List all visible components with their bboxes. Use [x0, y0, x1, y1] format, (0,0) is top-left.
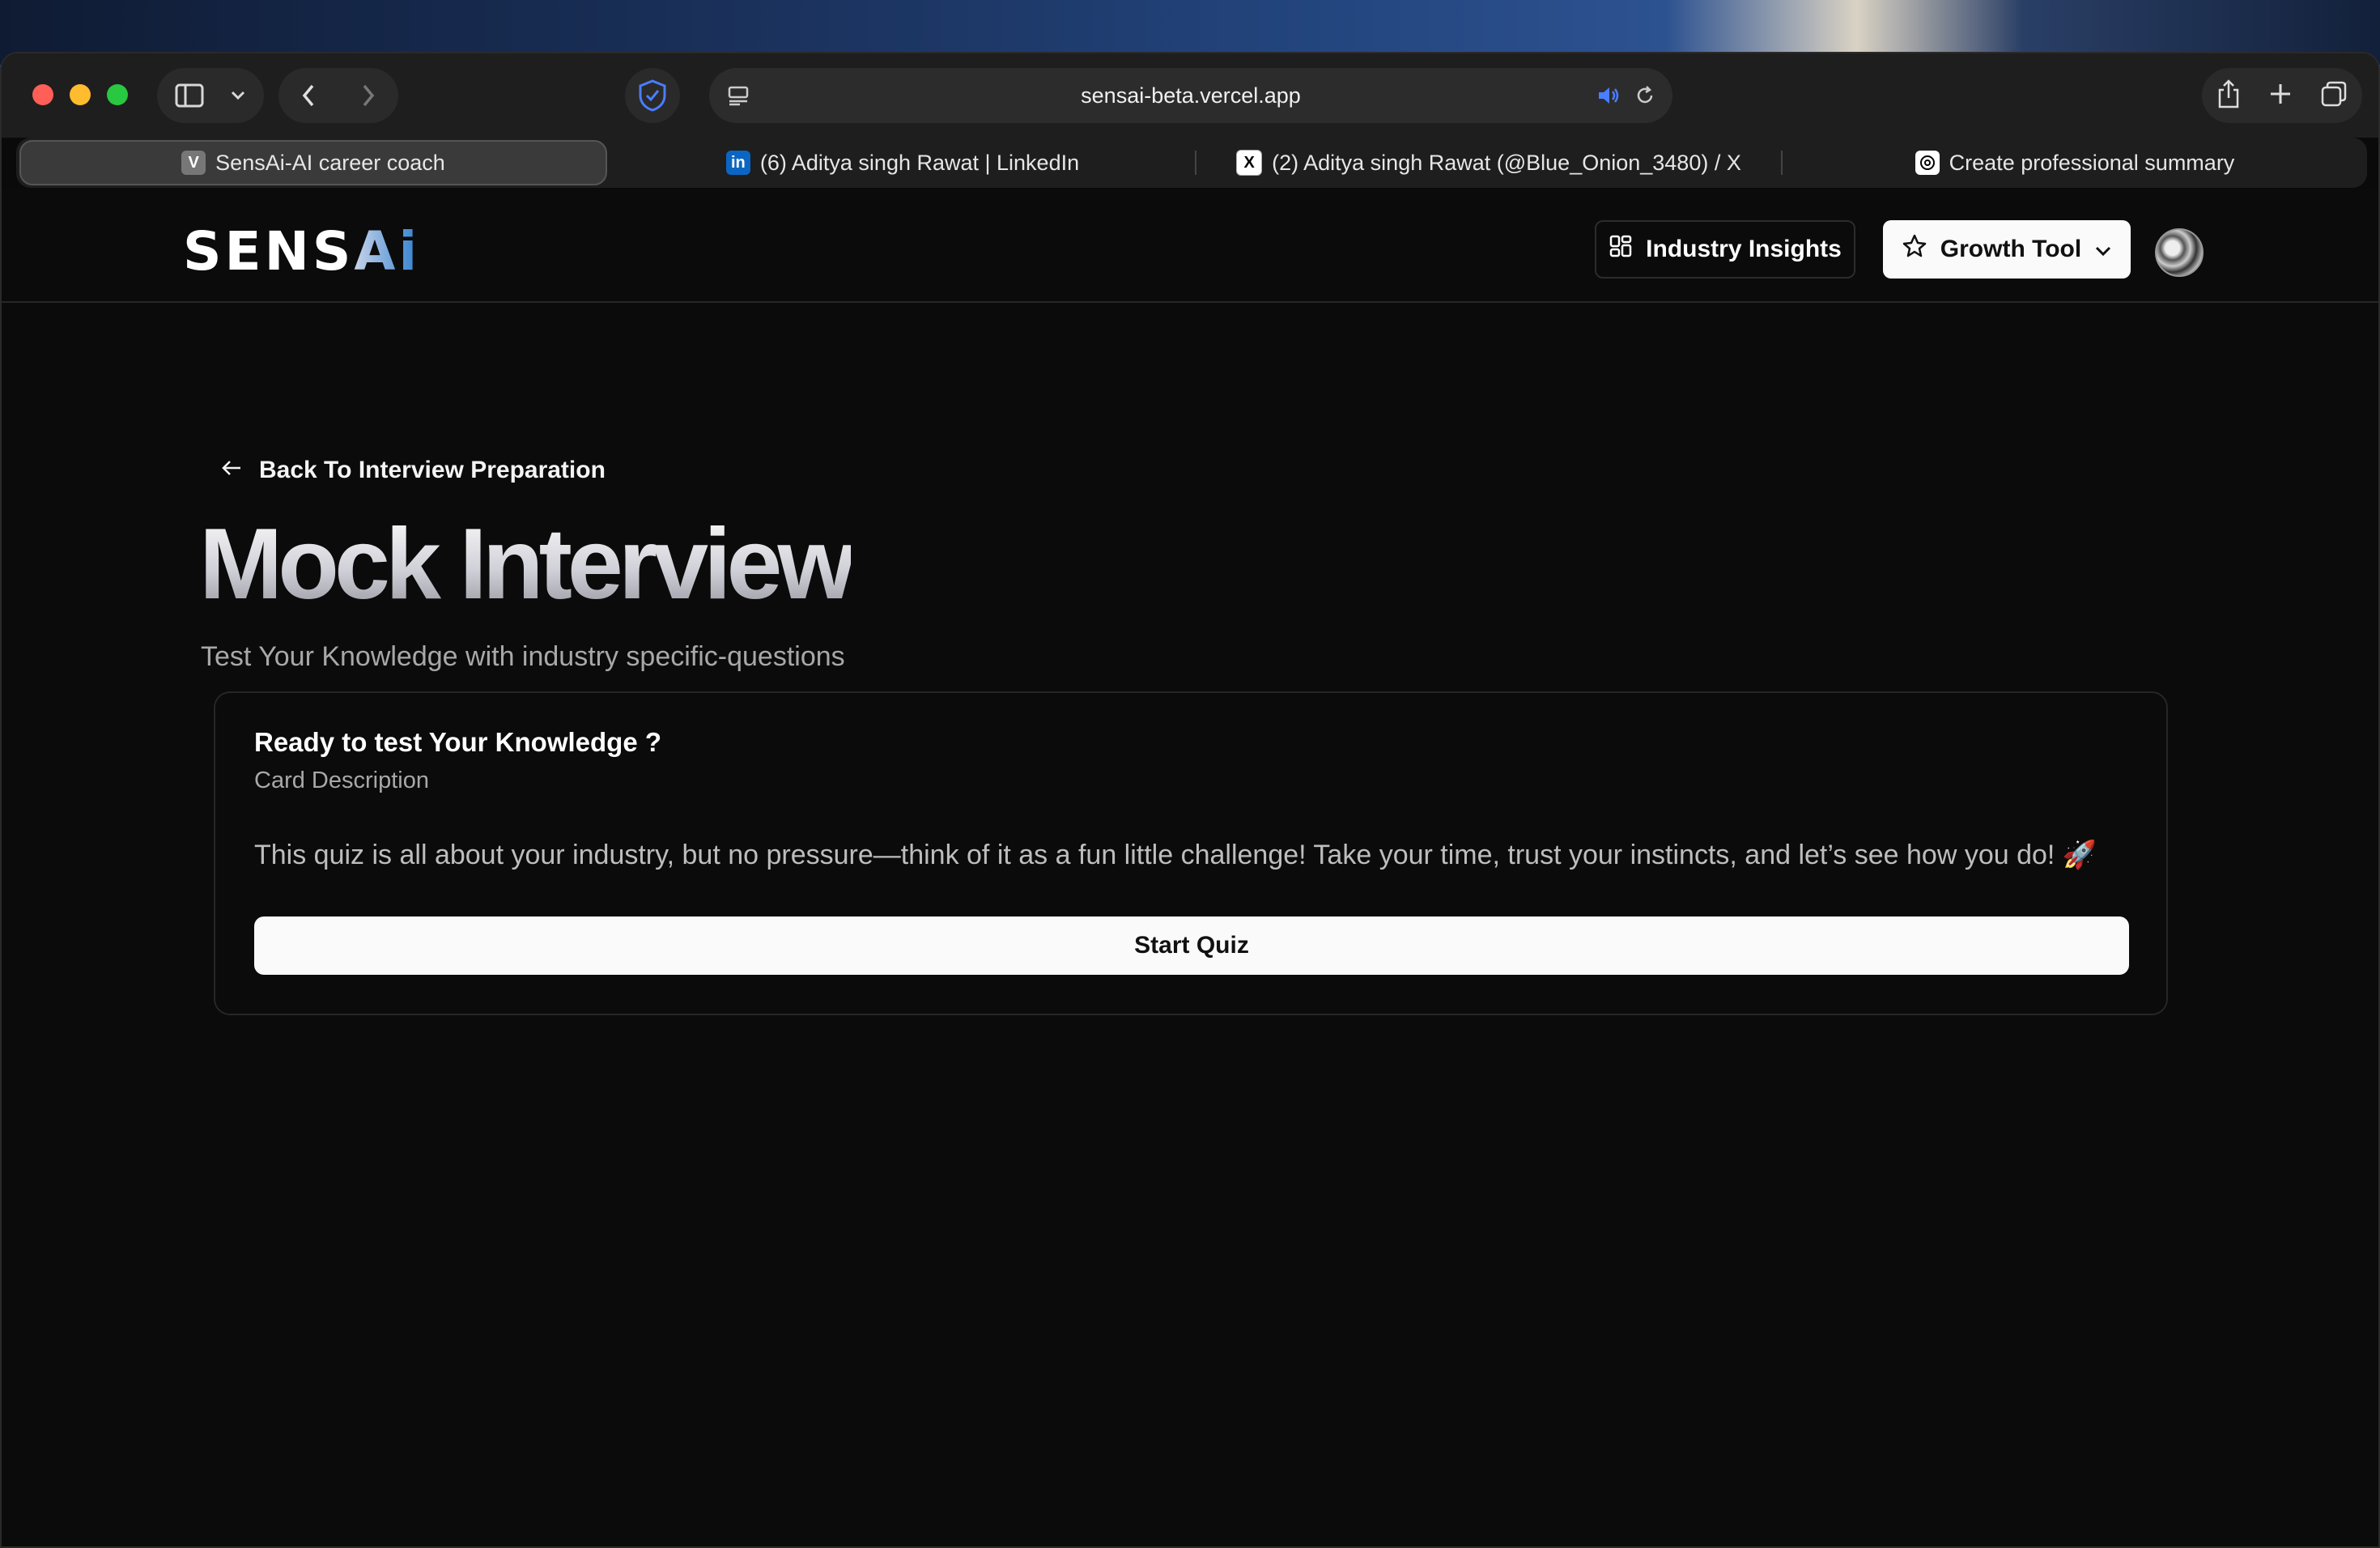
star-icon — [1902, 233, 1927, 266]
tab-label: Create professional summary — [1949, 150, 2235, 175]
start-quiz-button[interactable]: Start Quiz — [254, 916, 2129, 975]
card-title: Ready to test Your Knowledge ? — [254, 727, 662, 757]
chevron-down-icon[interactable] — [222, 68, 254, 123]
url-text: sensai-beta.vercel.app — [1081, 83, 1301, 108]
web-page: SENSAi Industry Insights Growth Tool Bac… — [2, 189, 2378, 1546]
sidebar-icon[interactable] — [157, 68, 222, 123]
speaker-icon[interactable] — [1596, 84, 1621, 113]
sensai-favicon-icon: V — [181, 151, 206, 175]
tab-linkedin[interactable]: in (6) Aditya singh Rawat | LinkedIn — [610, 140, 1195, 185]
logo-ai-text: Ai — [354, 220, 421, 283]
card-body-text: This quiz is all about your industry, bu… — [254, 840, 2097, 870]
close-window-button[interactable] — [32, 84, 53, 105]
browser-toolbar: sensai-beta.vercel.app — [2, 53, 2378, 138]
page-subtitle: Test Your Knowledge with industry specif… — [201, 641, 845, 672]
navigation-group — [278, 68, 398, 123]
growth-tool-label: Growth Tool — [1940, 236, 2082, 262]
linkedin-favicon-icon: in — [725, 151, 750, 175]
maximize-window-button[interactable] — [107, 84, 128, 105]
browser-window: sensai-beta.vercel.app V SensAi-AI caree… — [0, 52, 2380, 1548]
tab-label: SensAi-AI career coach — [215, 150, 445, 175]
window-actions-group — [2202, 68, 2362, 123]
user-avatar[interactable] — [2155, 228, 2204, 277]
address-bar[interactable]: sensai-beta.vercel.app — [709, 68, 1672, 123]
chevron-down-icon — [2094, 236, 2112, 263]
x-favicon-icon: X — [1236, 150, 1263, 176]
tab-sensai[interactable]: V SensAi-AI career coach — [19, 140, 607, 185]
page-settings-icon[interactable] — [727, 84, 750, 113]
tab-chatgpt[interactable]: Create professional summary — [1783, 140, 2367, 185]
page-title: Mock Interview — [199, 508, 856, 620]
forward-arrow-icon[interactable] — [338, 68, 398, 123]
tab-label: (6) Aditya singh Rawat | LinkedIn — [759, 150, 1080, 175]
tab-label: (2) Aditya singh Rawat (@Blue_Onion_3480… — [1272, 150, 1741, 175]
sensai-logo[interactable]: SENSAi — [183, 220, 420, 283]
sidebar-toggle-group — [157, 68, 264, 123]
quiz-card: Ready to test Your Knowledge ? Card Desc… — [214, 691, 2168, 1015]
reload-icon[interactable] — [1634, 84, 1656, 113]
back-link-label: Back To Interview Preparation — [259, 457, 606, 483]
card-description: Card Description — [254, 768, 429, 793]
tab-x[interactable]: X (2) Aditya singh Rawat (@Blue_Onion_34… — [1196, 140, 1781, 185]
tab-bar: V SensAi-AI career coach in (6) Aditya s… — [16, 138, 2367, 188]
chatgpt-favicon-icon — [1915, 151, 1940, 175]
new-tab-icon[interactable] — [2268, 82, 2293, 110]
arrow-left-icon — [220, 457, 243, 484]
back-arrow-icon[interactable] — [278, 68, 338, 123]
dashboard-grid-icon — [1609, 234, 1633, 265]
logo-main-text: SENS — [183, 220, 355, 283]
minimize-window-button[interactable] — [70, 84, 91, 105]
back-to-interview-link[interactable]: Back To Interview Preparation — [220, 457, 606, 484]
industry-insights-button[interactable]: Industry Insights — [1595, 220, 1855, 279]
privacy-shield-icon[interactable] — [625, 68, 680, 123]
tab-overview-icon[interactable] — [2320, 80, 2348, 112]
industry-insights-label: Industry Insights — [1646, 236, 1842, 262]
growth-tool-dropdown[interactable]: Growth Tool — [1883, 220, 2131, 279]
share-icon[interactable] — [2216, 79, 2241, 113]
site-header: SENSAi Industry Insights Growth Tool — [2, 189, 2378, 303]
